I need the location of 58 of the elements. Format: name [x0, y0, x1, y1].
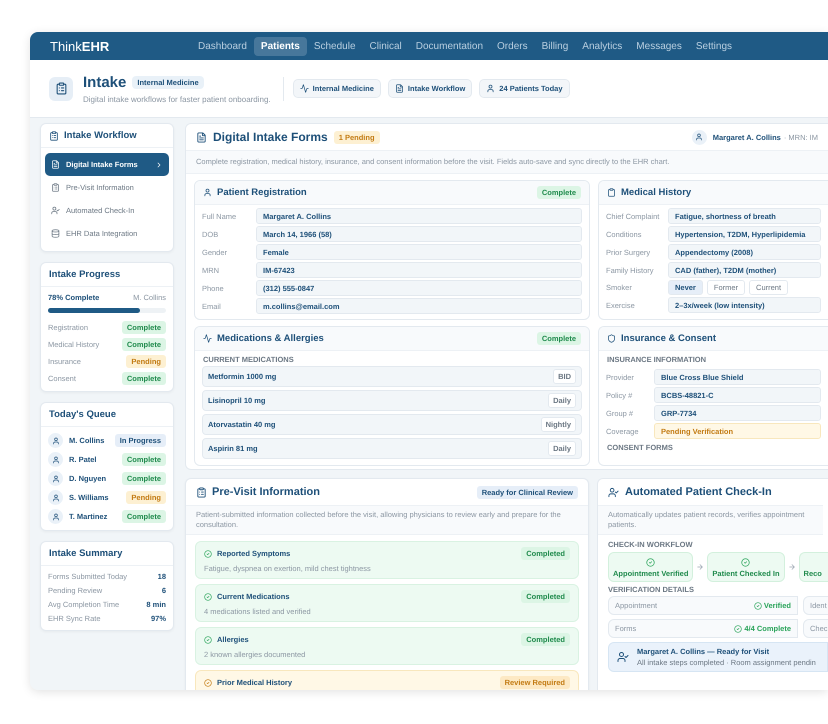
page-subtitle: Digital intake workflows for faster patient onboarding.	[83, 94, 271, 104]
card-title: Intake Progress	[41, 263, 173, 287]
chevron-icon	[155, 160, 163, 168]
user-icon	[692, 130, 707, 144]
user-icon	[486, 84, 496, 93]
pulse-icon	[300, 84, 309, 93]
user-check-icon	[51, 206, 60, 215]
card-title: Intake Workflow	[41, 124, 173, 148]
check-circle-icon	[741, 558, 750, 568]
user-check-icon	[608, 486, 619, 498]
check-circle-icon	[754, 602, 762, 610]
document-icon	[51, 160, 60, 169]
nav-tab[interactable]: Dashboard	[191, 36, 254, 56]
nav-tab[interactable]: Messages	[629, 36, 689, 56]
user-icon	[48, 452, 63, 467]
user-icon	[48, 509, 63, 524]
pulse-icon	[203, 334, 212, 344]
database-icon	[51, 229, 60, 238]
nav-tab[interactable]: Clinical	[362, 36, 409, 56]
check-circle-icon	[734, 624, 742, 633]
card-title: Today's Queue	[41, 403, 173, 427]
check-circle-icon	[204, 550, 212, 558]
nav-tab[interactable]: Patients	[254, 36, 307, 56]
nav-tab[interactable]: Settings	[688, 36, 740, 56]
clipboard-icon	[196, 486, 207, 498]
card-title: Digital Intake Forms	[213, 130, 328, 144]
brand-logo: ThinkEHR	[50, 38, 110, 54]
panel-title: Patient Registration	[217, 187, 307, 198]
check-circle-icon	[204, 636, 212, 644]
clipboard-icon	[49, 130, 59, 140]
document-icon	[394, 84, 404, 93]
user-icon	[48, 433, 63, 448]
clipboard-icon	[51, 183, 60, 192]
card-title: Automated Patient Check-In	[625, 486, 772, 498]
nav-tab[interactable]: Orders	[490, 36, 535, 56]
card-title: Pre-Visit Information	[212, 486, 320, 498]
check-circle-icon	[204, 592, 212, 601]
card-title: Intake Summary	[41, 542, 173, 566]
check-circle-icon	[646, 558, 656, 568]
shield-icon	[607, 334, 616, 344]
nav-tab[interactable]: Documentation	[408, 36, 490, 56]
panel-title: Medications & Allergies	[217, 333, 324, 344]
clipboard-icon	[49, 76, 73, 100]
user-icon	[203, 188, 212, 198]
arrow-icon	[696, 563, 704, 572]
panel-title: Medical History	[621, 187, 692, 198]
check-circle-icon	[204, 678, 212, 687]
document-icon	[196, 132, 207, 142]
user-check-icon	[617, 651, 629, 664]
user-icon	[48, 490, 63, 505]
nav-tab[interactable]: Billing	[534, 36, 576, 56]
nav-tab[interactable]: Analytics	[575, 36, 630, 56]
clipboard-icon	[607, 188, 616, 198]
user-icon	[48, 471, 63, 486]
arrow-icon	[788, 563, 796, 572]
nav-tab[interactable]: Schedule	[306, 36, 363, 56]
page-title: Intake	[83, 74, 126, 90]
panel-title: Insurance & Consent	[621, 333, 716, 344]
